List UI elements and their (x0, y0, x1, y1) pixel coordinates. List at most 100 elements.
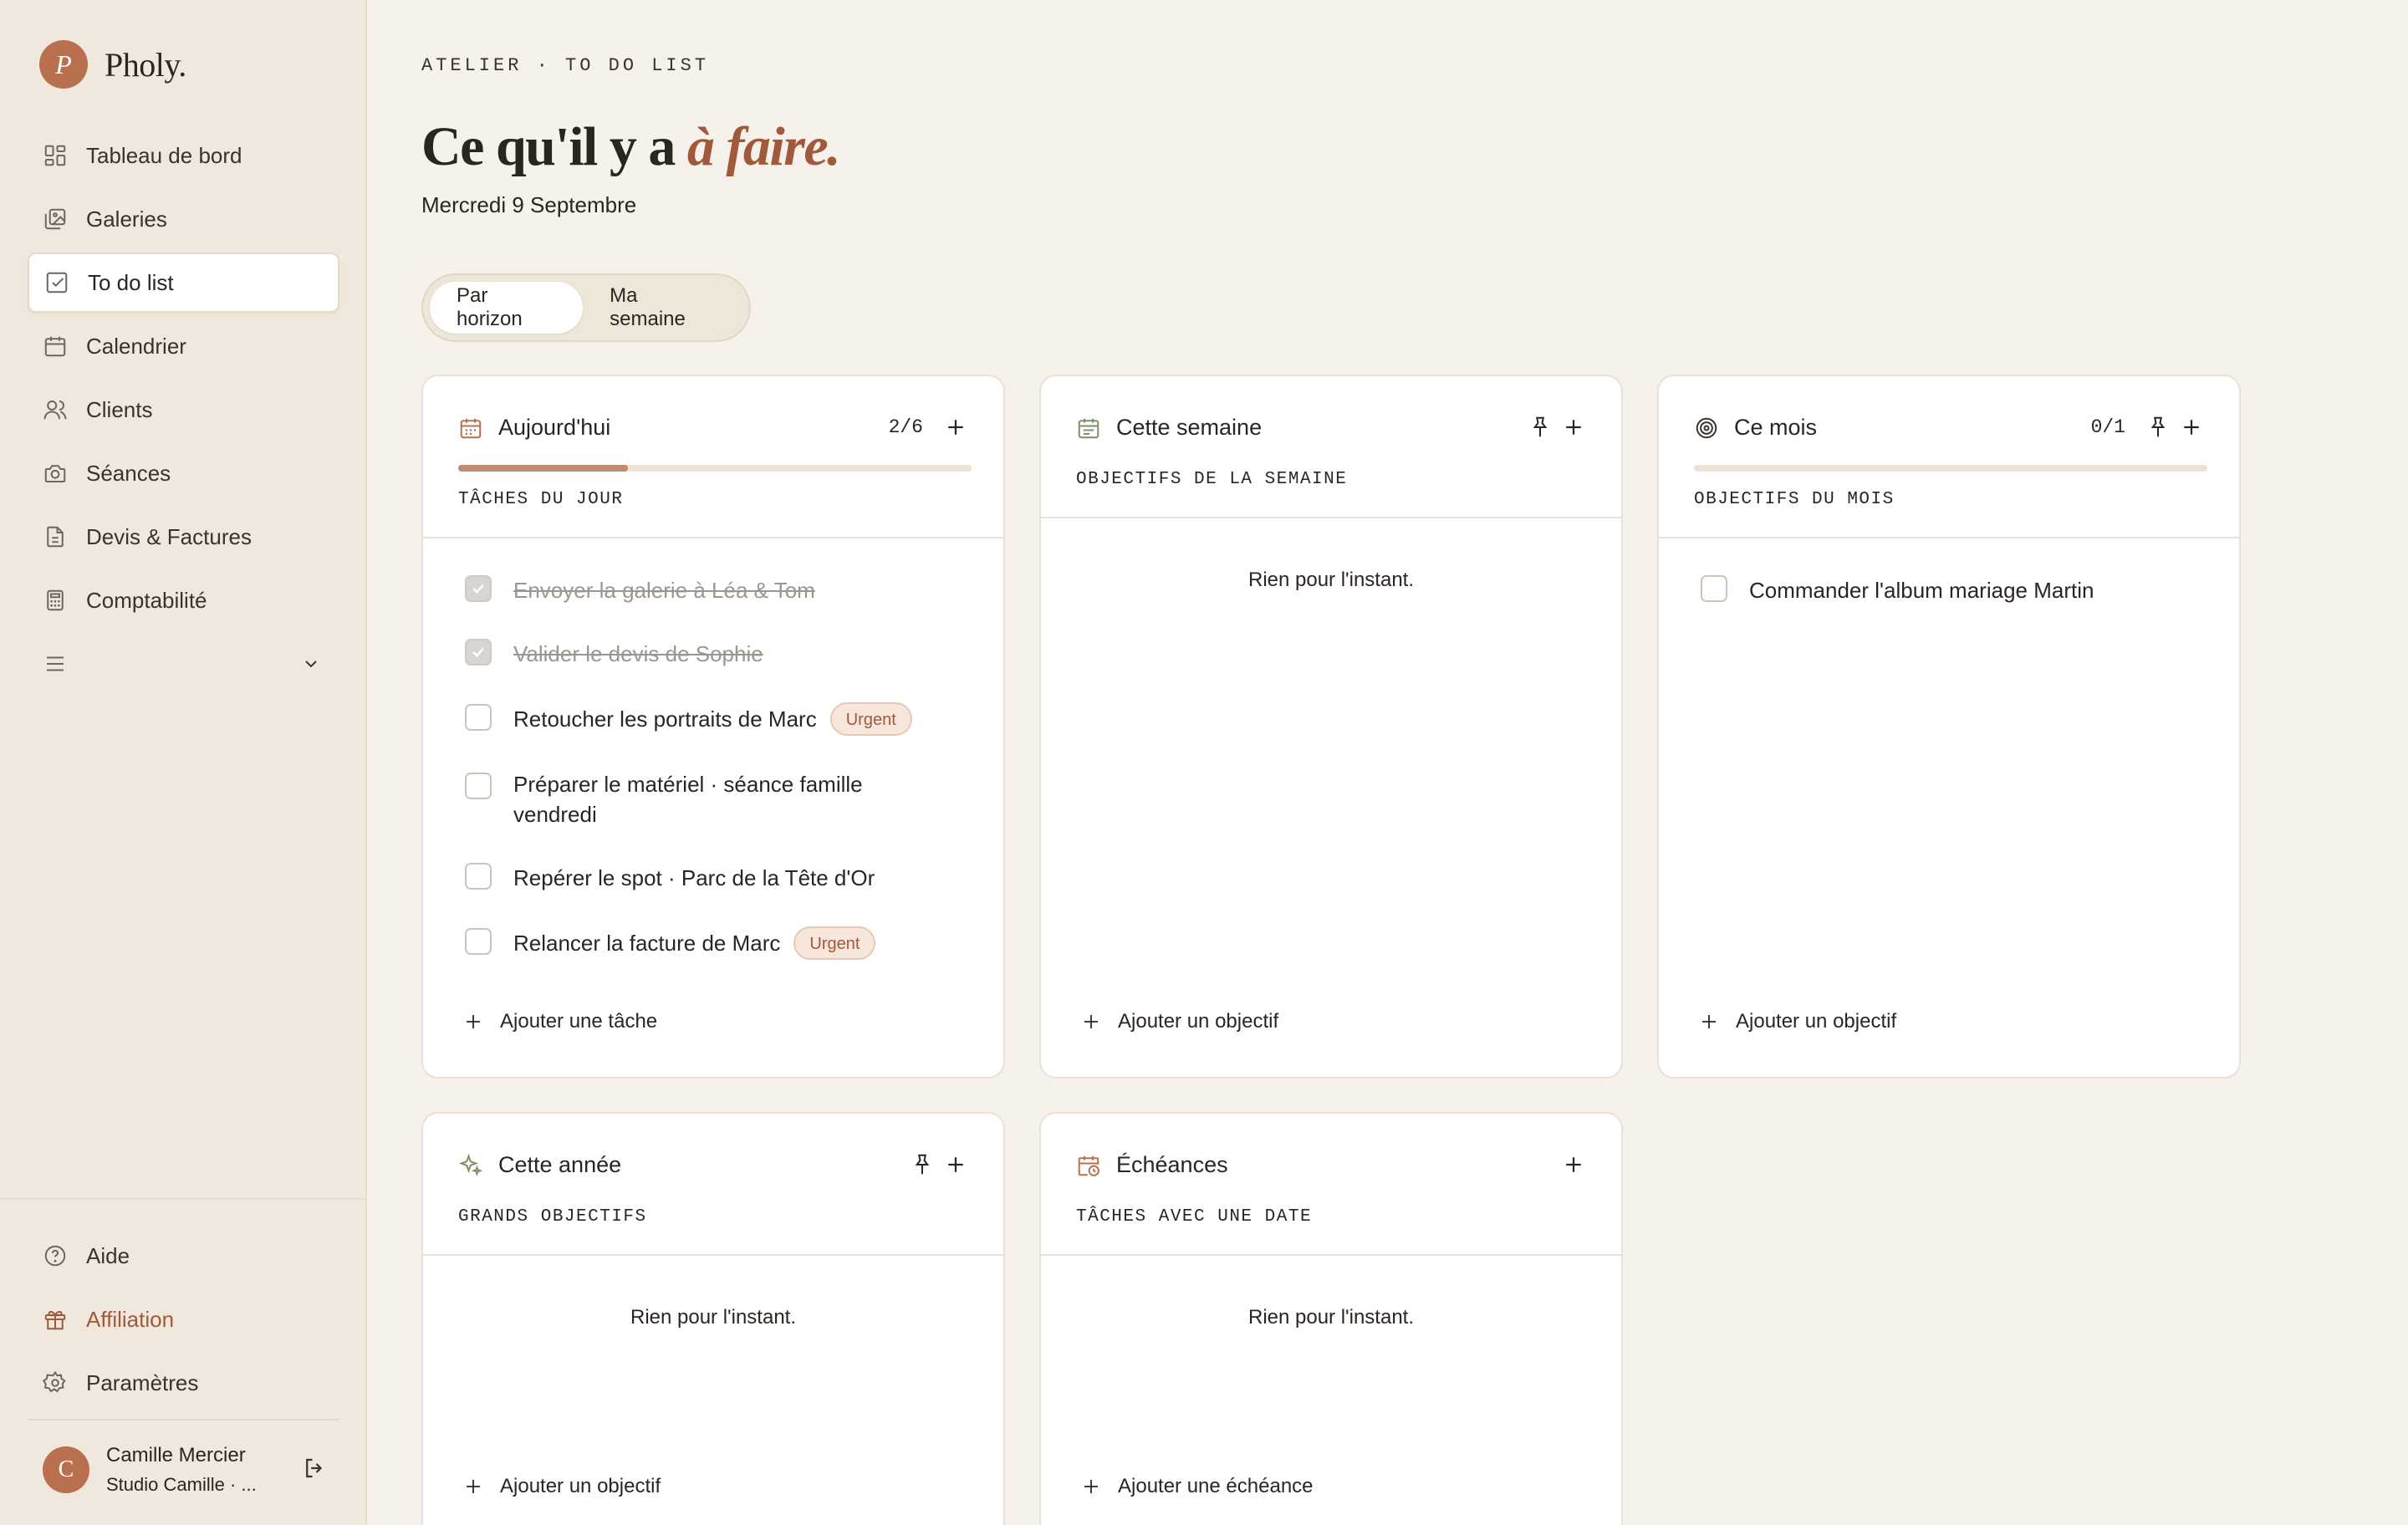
add-objective-label: Ajouter un objectif (1118, 1010, 1279, 1033)
add-task-button[interactable]: Ajouter une tâche (463, 1010, 657, 1033)
nav-item-to-do-list[interactable]: To do list (28, 252, 339, 313)
card-week: Cette semaine OBJECTIFS DE LA SEMAINE Ri… (1039, 375, 1623, 1079)
page-title-accent: à faire. (686, 116, 841, 177)
nav-item-clients[interactable]: Clients (28, 380, 339, 440)
user-profile[interactable]: C Camille Mercier Studio Camille · ... (43, 1444, 327, 1496)
nav-item-calendrier[interactable]: Calendrier (28, 316, 339, 376)
task-item[interactable]: Valider le devis de Sophie (465, 639, 967, 669)
gear-icon (43, 1370, 66, 1393)
check-icon (472, 584, 484, 594)
task-text: Préparer le matériel · séance famille ve… (513, 772, 863, 827)
nav-item-galeries[interactable]: Galeries (28, 189, 339, 249)
current-date: Mercredi 9 Septembre (421, 192, 637, 217)
nav-item-parametres[interactable]: Paramètres (28, 1353, 339, 1413)
add-icon[interactable] (1561, 415, 1586, 440)
urgent-badge: Urgent (829, 702, 912, 737)
add-icon[interactable] (943, 415, 968, 440)
add-icon[interactable] (1561, 1152, 1586, 1177)
nav-item-aide[interactable]: Aide (28, 1226, 339, 1286)
nav-item-comptabilite[interactable]: Comptabilité (28, 570, 339, 630)
card-header: Cette année GRANDS OBJECTIFS (423, 1114, 1003, 1256)
task-checkbox[interactable] (465, 639, 492, 666)
gift-icon (44, 1311, 66, 1330)
breadcrumb: ATELIER · TO DO LIST (421, 55, 710, 76)
add-task-label: Ajouter une tâche (500, 1010, 658, 1033)
task-checkbox[interactable] (465, 704, 492, 731)
card-header: Échéances TÂCHES AVEC UNE DATE (1041, 1114, 1621, 1256)
task-checkbox[interactable] (465, 773, 492, 799)
pin-icon[interactable] (2145, 415, 2171, 440)
calendar-clock-icon (1078, 1155, 1099, 1176)
card-deadlines: Échéances TÂCHES AVEC UNE DATE Rien pour… (1039, 1112, 1623, 1525)
user-divider (28, 1419, 339, 1420)
nav-more-toggle[interactable] (28, 634, 339, 694)
task-checkbox[interactable] (1701, 575, 1727, 602)
progress-fill (458, 465, 628, 472)
chevron-down-icon (305, 660, 317, 668)
task-item[interactable]: Repérer le spot · Parc de la Tête d'Or (465, 863, 967, 893)
task-text: Commander l'album mariage Martin (1749, 578, 2094, 603)
calendar-icon (44, 336, 66, 357)
brand[interactable]: P Pholy. (39, 40, 186, 89)
secondary-nav: Aide Affiliation Paramètres (28, 1226, 339, 1416)
sparkle-icon (458, 1153, 483, 1176)
add-deadline-button[interactable]: Ajouter une échéance (1081, 1475, 1314, 1498)
calendar-week-icon (1078, 418, 1099, 438)
card-header: Cette semaine OBJECTIFS DE LA SEMAINE (1041, 376, 1621, 518)
view-toggle: Par horizon Ma semaine (421, 273, 751, 342)
add-objective-button[interactable]: Ajouter un objectif (1699, 1010, 1896, 1033)
card-actions (901, 1152, 968, 1177)
avatar: C (43, 1446, 89, 1493)
task-item[interactable]: Commander l'album mariage Martin (1701, 575, 2202, 605)
plus-icon (467, 1480, 480, 1493)
add-icon[interactable] (2179, 415, 2204, 440)
add-objective-button[interactable]: Ajouter un objectif (463, 1475, 661, 1498)
empty-state: Rien pour l'instant. (1247, 569, 1415, 591)
nav-item-seances[interactable]: Séances (28, 443, 339, 503)
add-objective-button[interactable]: Ajouter un objectif (1081, 1010, 1278, 1033)
task-item[interactable]: Relancer la facture de Marc Urgent (465, 926, 967, 961)
checklist-icon (46, 272, 68, 293)
card-title: Cette semaine (1076, 415, 1262, 441)
task-text: Relancer la facture de Marc Urgent (513, 926, 876, 961)
task-checkbox[interactable] (465, 863, 492, 890)
calculator-icon (47, 589, 64, 611)
toggle-par-horizon[interactable]: Par horizon (430, 282, 584, 334)
plus-icon (1084, 1480, 1098, 1493)
nav-item-label: Clients (86, 396, 153, 422)
card-title-text: Cette semaine (1116, 415, 1263, 440)
nav-item-tableau-de-bord[interactable]: Tableau de bord (28, 125, 339, 186)
help-icon (44, 1245, 66, 1267)
calendar-icon (460, 418, 482, 438)
nav-item-label: Tableau de bord (86, 142, 242, 168)
user-name: Camille Mercier (106, 1444, 246, 1466)
nav-item-label: Séances (86, 460, 171, 486)
sidebar-divider (0, 1198, 367, 1200)
add-deadline-label: Ajouter une échéance (1118, 1475, 1314, 1497)
task-item[interactable]: Retoucher les portraits de Marc Urgent (465, 702, 967, 737)
toggle-ma-semaine[interactable]: Ma semaine (583, 282, 742, 334)
progress-bar (458, 465, 972, 472)
task-checkbox[interactable] (465, 928, 492, 955)
plus-icon (1702, 1015, 1716, 1028)
nav-item-label: Galeries (86, 206, 167, 232)
progress-bar (1694, 465, 2207, 472)
pin-icon[interactable] (1528, 415, 1553, 440)
add-icon[interactable] (943, 1152, 968, 1177)
nav-item-devis-factures[interactable]: Devis & Factures (28, 507, 339, 567)
task-text: Repérer le spot · Parc de la Tête d'Or (513, 865, 875, 890)
nav-item-affiliation[interactable]: Affiliation (28, 1289, 339, 1349)
nav-item-label: Paramètres (86, 1369, 199, 1395)
card-month: Ce mois 0/1 OBJECTIFS DU MOIS Commander … (1657, 375, 2241, 1079)
pin-icon[interactable] (910, 1152, 935, 1177)
card-subtitle: TÂCHES DU JOUR (458, 490, 624, 509)
brand-logo: P (39, 40, 88, 89)
empty-state: Rien pour l'instant. (1247, 1306, 1415, 1329)
gallery-icon (44, 208, 66, 230)
menu-icon (47, 656, 64, 671)
task-item[interactable]: Envoyer la galerie à Léa & Tom (465, 575, 967, 605)
card-subtitle: TÂCHES AVEC UNE DATE (1076, 1207, 1313, 1227)
task-item[interactable]: Préparer le matériel · séance famille ve… (465, 769, 967, 829)
logout-icon[interactable] (302, 1456, 327, 1481)
task-checkbox[interactable] (465, 575, 492, 602)
